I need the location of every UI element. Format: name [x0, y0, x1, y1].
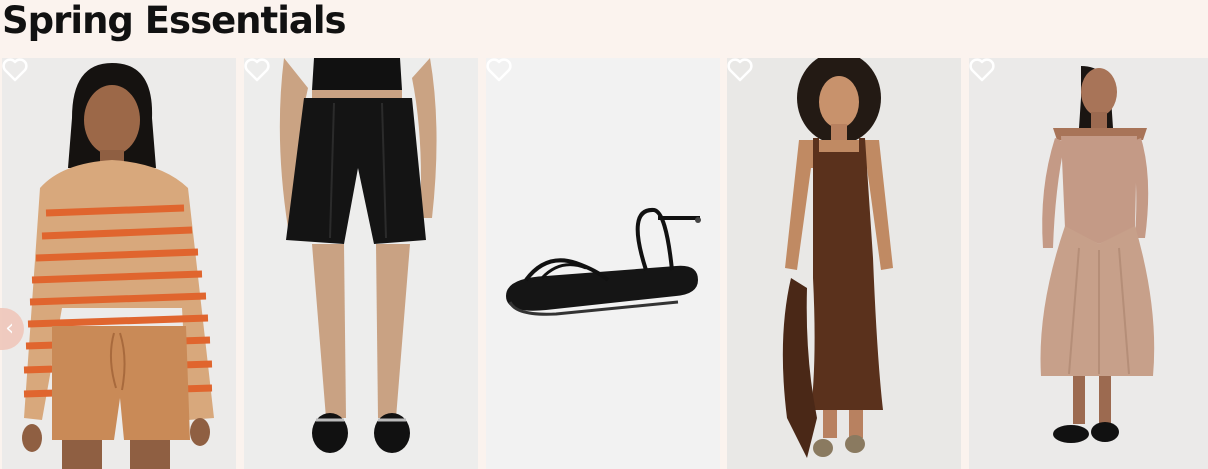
- chevron-left-icon: ‹: [5, 316, 14, 341]
- product-image-brown-dress[interactable]: [727, 58, 961, 469]
- product-card-4[interactable]: [727, 58, 961, 469]
- product-card-1[interactable]: [2, 58, 236, 469]
- product-image-blush-dress[interactable]: [969, 58, 1208, 469]
- product-card-5[interactable]: [969, 58, 1208, 469]
- section-title: Spring Essentials: [2, 0, 347, 42]
- favorite-heart-icon[interactable]: [969, 58, 995, 82]
- product-card-2[interactable]: [244, 58, 478, 469]
- product-image-shorts[interactable]: [244, 58, 478, 469]
- product-carousel: ‹: [0, 58, 1208, 469]
- product-image-sweater[interactable]: [2, 58, 236, 469]
- favorite-heart-icon[interactable]: [244, 58, 270, 82]
- favorite-heart-icon[interactable]: [486, 58, 512, 82]
- favorite-heart-icon[interactable]: [727, 58, 753, 82]
- favorite-heart-icon[interactable]: [2, 58, 28, 82]
- product-image-sandals[interactable]: [486, 58, 720, 469]
- product-card-3[interactable]: [486, 58, 720, 469]
